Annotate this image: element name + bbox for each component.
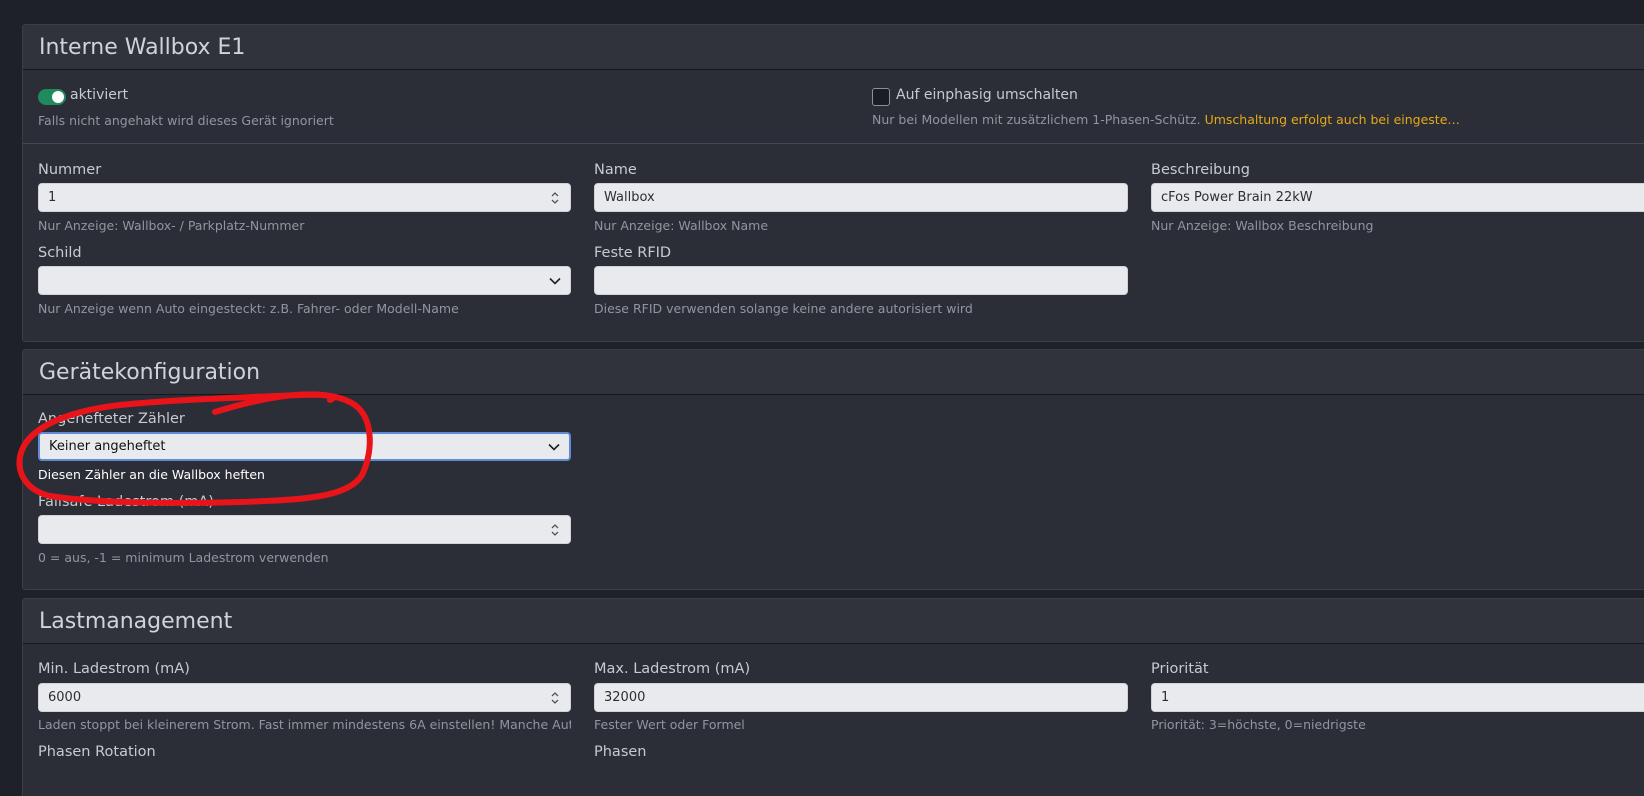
- max-current-input[interactable]: 32000: [594, 683, 1128, 712]
- number-label: Nummer: [38, 162, 102, 178]
- sign-label: Schild: [38, 245, 82, 261]
- meter-help: Diesen Zähler an die Wallbox heften: [38, 467, 265, 482]
- description-input[interactable]: cFos Power Brain 22kW: [1151, 183, 1644, 212]
- rfid-label: Feste RFID: [594, 245, 672, 261]
- meter-value: Keiner angeheftet: [49, 439, 166, 454]
- single-phase-help: Nur bei Modellen mit zusätzlichem 1-Phas…: [872, 112, 1460, 127]
- max-current-value: 32000: [604, 690, 646, 705]
- name-label: Name: [594, 162, 637, 178]
- single-phase-checkbox[interactable]: [872, 88, 890, 106]
- device-config-title: Gerätekonfiguration: [23, 350, 1644, 395]
- failsafe-label: Failsafe Ladestrom (mA): [38, 494, 214, 510]
- name-help: Nur Anzeige: Wallbox Name: [594, 218, 769, 233]
- single-phase-label: Auf einphasig umschalten: [896, 87, 1078, 103]
- min-current-input[interactable]: 6000: [38, 683, 571, 712]
- rfid-input[interactable]: [594, 266, 1128, 295]
- single-phase-warning: Umschaltung erfolgt auch bei eingeste…: [1204, 112, 1460, 127]
- wallbox-card-title: Interne Wallbox E1: [23, 25, 1644, 70]
- description-help: Nur Anzeige: Wallbox Beschreibung: [1151, 218, 1374, 233]
- meter-select[interactable]: Keiner angeheftet: [38, 432, 571, 461]
- number-help: Nur Anzeige: Wallbox- / Parkplatz-Nummer: [38, 218, 305, 233]
- enabled-help: Falls nicht angehakt wird dieses Gerät i…: [38, 113, 334, 128]
- priority-help: Priorität: 3=höchste, 0=niedrigste: [1151, 717, 1366, 732]
- toggle-knob: [52, 91, 64, 103]
- updown-spinner-icon[interactable]: [550, 190, 560, 206]
- max-current-label: Max. Ladestrom (mA): [594, 661, 751, 677]
- page: Interne Wallbox E1 aktiviert Falls nicht…: [0, 0, 1644, 796]
- updown-spinner-icon[interactable]: [550, 690, 560, 706]
- min-current-label: Min. Ladestrom (mA): [38, 661, 190, 677]
- load-management-title: Lastmanagement: [23, 599, 1644, 644]
- wallbox-card: Interne Wallbox E1 aktiviert Falls nicht…: [22, 24, 1644, 342]
- sign-help: Nur Anzeige wenn Auto eingesteckt: z.B. …: [38, 301, 459, 316]
- priority-input[interactable]: 1: [1151, 683, 1644, 712]
- name-value: Wallbox: [604, 190, 655, 205]
- updown-spinner-icon[interactable]: [550, 522, 560, 538]
- min-current-value: 6000: [48, 690, 82, 705]
- enabled-toggle[interactable]: [38, 89, 66, 105]
- description-label: Beschreibung: [1151, 162, 1250, 178]
- number-input[interactable]: 1: [38, 183, 571, 212]
- meter-label: Angehefteter Zähler: [38, 411, 185, 427]
- sign-select[interactable]: [38, 266, 571, 295]
- phases-label: Phasen: [594, 744, 647, 760]
- priority-value: 1: [1161, 690, 1170, 705]
- rfid-help: Diese RFID verwenden solange keine ander…: [594, 301, 973, 316]
- number-value: 1: [48, 190, 57, 205]
- failsafe-input[interactable]: [38, 515, 571, 544]
- priority-label: Priorität: [1151, 661, 1209, 677]
- chevron-down-icon: [549, 277, 561, 285]
- load-management-card: Lastmanagement Min. Ladestrom (mA) 6000 …: [22, 598, 1644, 796]
- name-input[interactable]: Wallbox: [594, 183, 1128, 212]
- max-current-help: Fester Wert oder Formel: [594, 717, 745, 732]
- min-current-help: Laden stoppt bei kleinerem Strom. Fast i…: [38, 717, 571, 732]
- single-phase-help-text: Nur bei Modellen mit zusätzlichem 1-Phas…: [872, 112, 1201, 127]
- failsafe-help: 0 = aus, -1 = minimum Ladestrom verwende…: [38, 550, 329, 565]
- description-value: cFos Power Brain 22kW: [1161, 190, 1313, 205]
- section-divider: [23, 143, 1644, 144]
- phase-rotation-label: Phasen Rotation: [38, 744, 156, 760]
- enabled-label: aktiviert: [70, 87, 129, 103]
- device-config-card: Gerätekonfiguration Angehefteter Zähler …: [22, 349, 1644, 590]
- chevron-down-icon: [548, 443, 560, 451]
